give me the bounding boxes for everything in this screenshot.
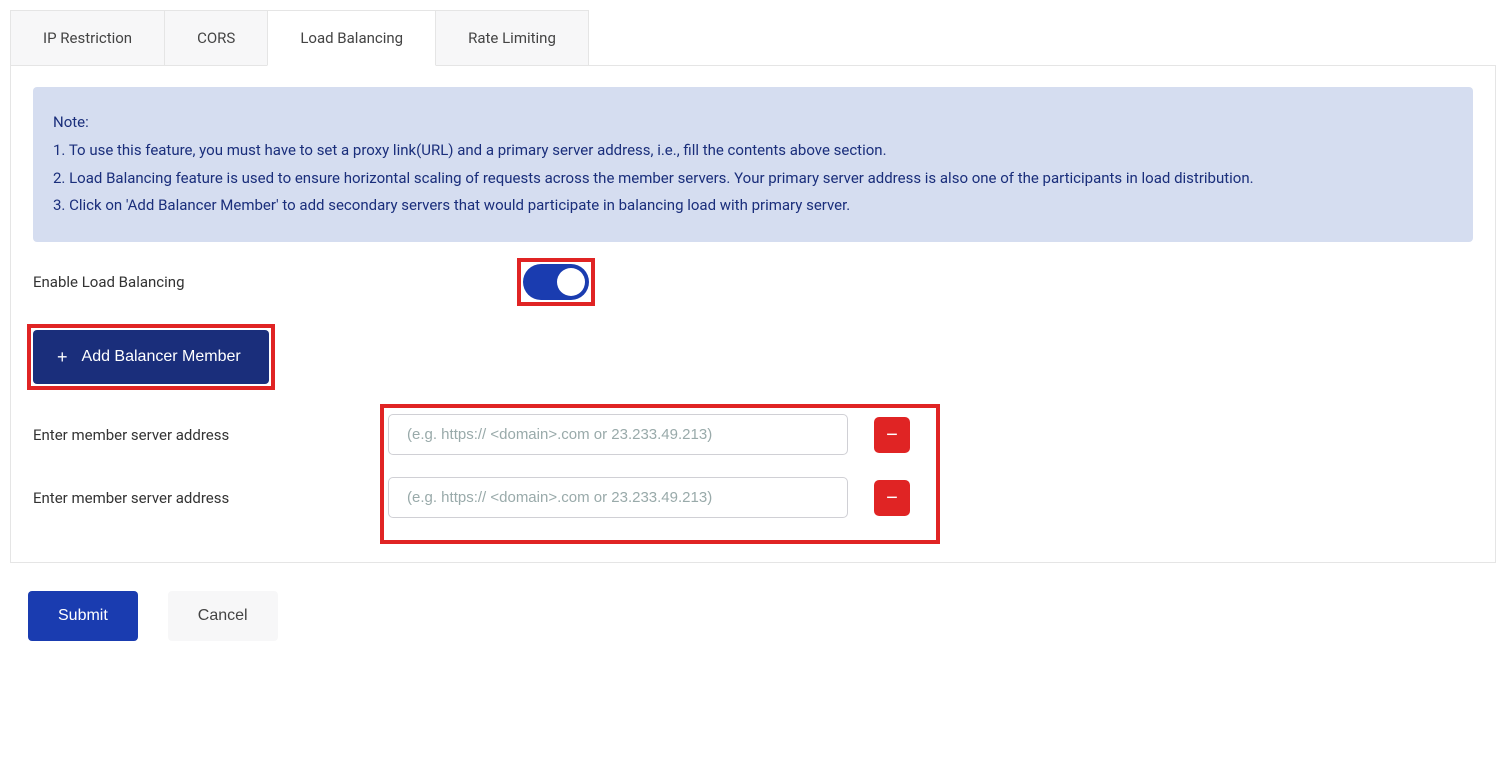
enable-load-balancing-toggle[interactable]: [523, 264, 589, 300]
member-row: Enter member server address −: [33, 477, 1473, 518]
member-server-label: Enter member server address: [33, 426, 388, 444]
tab-load-balancing[interactable]: Load Balancing: [267, 10, 436, 66]
member-server-input[interactable]: [388, 477, 848, 518]
note-line-2: 2. Load Balancing feature is used to ens…: [53, 165, 1453, 193]
footer-actions: Submit Cancel: [10, 591, 1496, 641]
cancel-button[interactable]: Cancel: [168, 591, 278, 641]
member-server-input[interactable]: [388, 414, 848, 455]
remove-member-button[interactable]: −: [874, 480, 910, 516]
toggle-knob: [557, 268, 585, 296]
tabs-bar: IP Restriction CORS Load Balancing Rate …: [10, 10, 1496, 66]
info-note: Note: 1. To use this feature, you must h…: [33, 87, 1473, 242]
note-heading: Note:: [53, 109, 1453, 137]
tab-cors[interactable]: CORS: [164, 10, 268, 65]
enable-load-balancing-label: Enable Load Balancing: [33, 273, 523, 291]
member-row: Enter member server address −: [33, 414, 1473, 455]
minus-icon: −: [886, 488, 898, 508]
member-server-label: Enter member server address: [33, 489, 388, 507]
minus-icon: −: [886, 425, 898, 445]
submit-button[interactable]: Submit: [28, 591, 138, 641]
tab-rate-limiting[interactable]: Rate Limiting: [435, 10, 589, 65]
enable-load-balancing-row: Enable Load Balancing: [33, 264, 1473, 300]
members-container: Enter member server address − Enter memb…: [33, 414, 1473, 518]
note-line-1: 1. To use this feature, you must have to…: [53, 137, 1453, 165]
note-line-3: 3. Click on 'Add Balancer Member' to add…: [53, 192, 1453, 220]
load-balancing-panel: Note: 1. To use this feature, you must h…: [10, 65, 1496, 563]
highlight-box: [27, 324, 275, 390]
remove-member-button[interactable]: −: [874, 417, 910, 453]
tab-ip-restriction[interactable]: IP Restriction: [10, 10, 165, 65]
